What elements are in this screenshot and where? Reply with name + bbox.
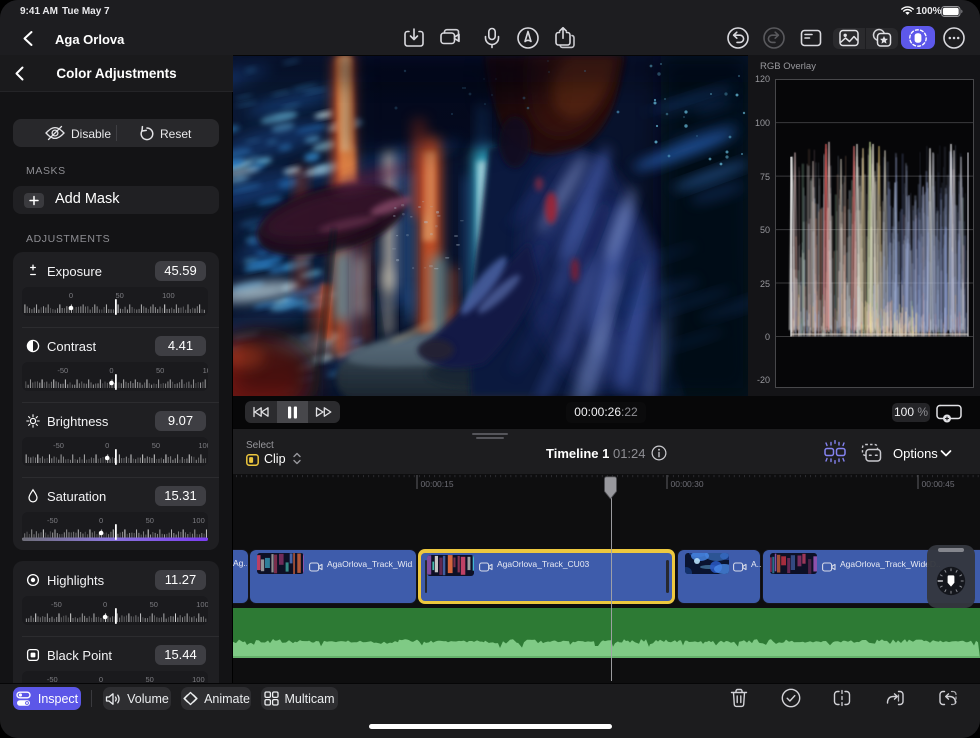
svg-text:0: 0 xyxy=(99,516,103,525)
svg-text:-50: -50 xyxy=(47,516,58,525)
svg-text:-50: -50 xyxy=(53,441,64,450)
svg-text:-50: -50 xyxy=(51,600,62,609)
svg-text:50: 50 xyxy=(146,675,154,683)
svg-text:100: 100 xyxy=(192,675,205,683)
svg-text:0: 0 xyxy=(69,291,73,300)
svg-text:100: 100 xyxy=(203,366,208,375)
svg-text:50: 50 xyxy=(150,600,158,609)
svg-text:50: 50 xyxy=(152,441,160,450)
svg-text:100: 100 xyxy=(198,441,208,450)
svg-text:100: 100 xyxy=(196,600,208,609)
svg-text:50: 50 xyxy=(116,291,124,300)
svg-text:50: 50 xyxy=(146,516,154,525)
svg-text:00:00:45: 00:00:45 xyxy=(922,479,955,489)
svg-text:00:00:30: 00:00:30 xyxy=(671,479,704,489)
svg-text:0: 0 xyxy=(109,366,113,375)
svg-text:00:00:15: 00:00:15 xyxy=(421,479,454,489)
svg-text:-50: -50 xyxy=(47,675,58,683)
svg-text:50: 50 xyxy=(156,366,164,375)
svg-text:0: 0 xyxy=(105,441,109,450)
svg-text:100: 100 xyxy=(162,291,175,300)
svg-text:100: 100 xyxy=(192,516,205,525)
svg-text:0: 0 xyxy=(99,675,103,683)
svg-text:0: 0 xyxy=(103,600,107,609)
svg-text:-50: -50 xyxy=(57,366,68,375)
